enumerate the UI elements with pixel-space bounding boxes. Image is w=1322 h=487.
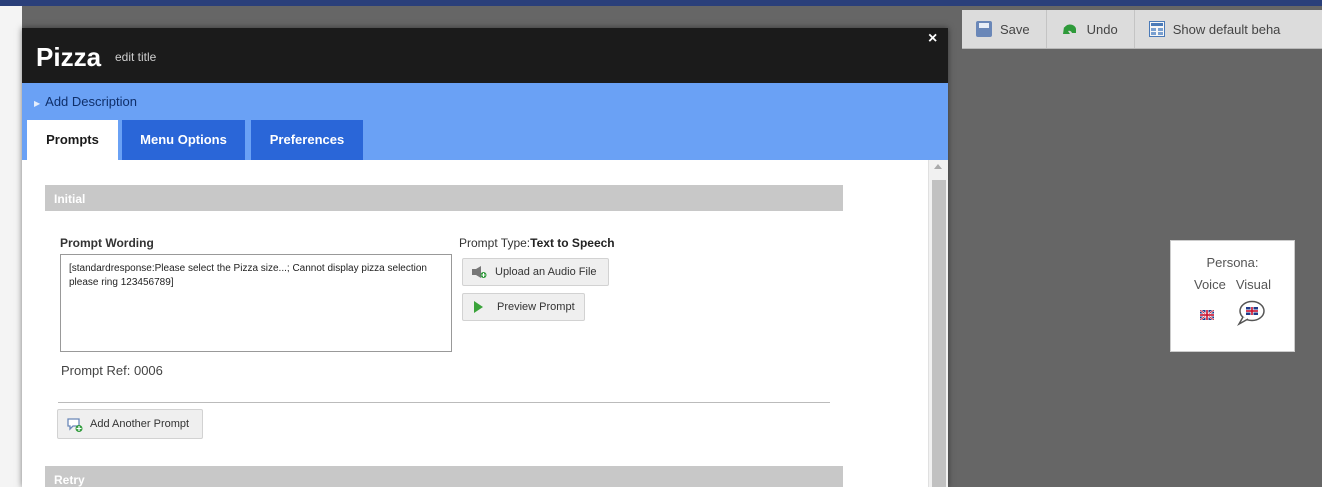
undo-icon [1061,21,1079,37]
prompt-type-line: Prompt Type:Text to Speech [459,236,615,250]
add-another-prompt-button[interactable]: Add Another Prompt [57,409,203,439]
show-default-label: Show default beha [1172,21,1281,37]
grid-icon [1148,21,1165,37]
edit-menu-dialog: Pizza edit title × ▶ Add Description Prom… [22,28,948,487]
uk-flag-icon[interactable] [1198,308,1215,321]
app-top-border [0,0,1322,6]
upload-audio-button[interactable]: Upload an Audio File [462,258,609,286]
add-another-prompt-label: Add Another Prompt [90,418,190,430]
tab-prompts[interactable]: Prompts [27,120,118,160]
persona-visual-label: Visual [1235,277,1271,292]
dialog-scrollbar[interactable] [928,160,948,487]
undo-button[interactable]: Undo [1047,10,1135,48]
upload-audio-label: Upload an Audio File [495,266,597,278]
persona-voice-label: Voice [1194,277,1226,292]
prompt-ref: Prompt Ref: 0006 [61,363,163,378]
dialog-title: Pizza [36,42,102,72]
edit-title-link[interactable]: edit title [115,50,156,64]
expand-triangle-icon: ▶ [34,99,41,108]
scroll-up-arrow-icon[interactable] [934,164,942,169]
section-header-retry: Retry [45,466,843,487]
preview-prompt-button[interactable]: Preview Prompt [462,293,585,321]
preview-prompt-label: Preview Prompt [497,301,575,313]
prompt-type-value: Text to Speech [530,236,615,250]
prompt-wording-textarea[interactable]: [standardresponse:Please select the Pizz… [60,254,452,352]
close-icon[interactable]: × [928,30,937,48]
add-prompt-icon [66,417,83,432]
dialog-header: Pizza edit title × [22,28,948,83]
designer-toolbar: Save Undo Show default beha [962,10,1322,49]
show-default-behaviour-button[interactable]: Show default beha [1135,10,1297,48]
undo-label: Undo [1086,21,1118,37]
dialog-tab-band: ▶ Add Description Prompts Menu Options Pr… [22,83,948,160]
app-left-panel [0,6,22,487]
prompts-panel: Initial Prompt Wording [standardresponse… [22,160,928,487]
divider [58,402,830,403]
play-icon [474,301,483,313]
scroll-thumb[interactable] [932,180,946,487]
save-label: Save [1000,21,1030,37]
prompt-type-label: Prompt Type: [459,236,531,250]
persona-label: Persona: [1206,255,1259,270]
add-description-toggle[interactable]: ▶ Add Description [34,94,137,109]
add-description-label: Add Description [45,94,137,109]
speaker-icon [471,265,487,279]
save-icon [976,21,992,37]
speech-bubble-flag-icon[interactable] [1236,300,1266,326]
section-header-initial: Initial [45,185,843,211]
tab-preferences[interactable]: Preferences [251,120,363,160]
save-button[interactable]: Save [962,10,1047,48]
persona-panel: Persona: Voice Visual [1170,240,1295,352]
prompt-wording-label: Prompt Wording [60,236,154,250]
tab-menu-options[interactable]: Menu Options [122,120,245,160]
